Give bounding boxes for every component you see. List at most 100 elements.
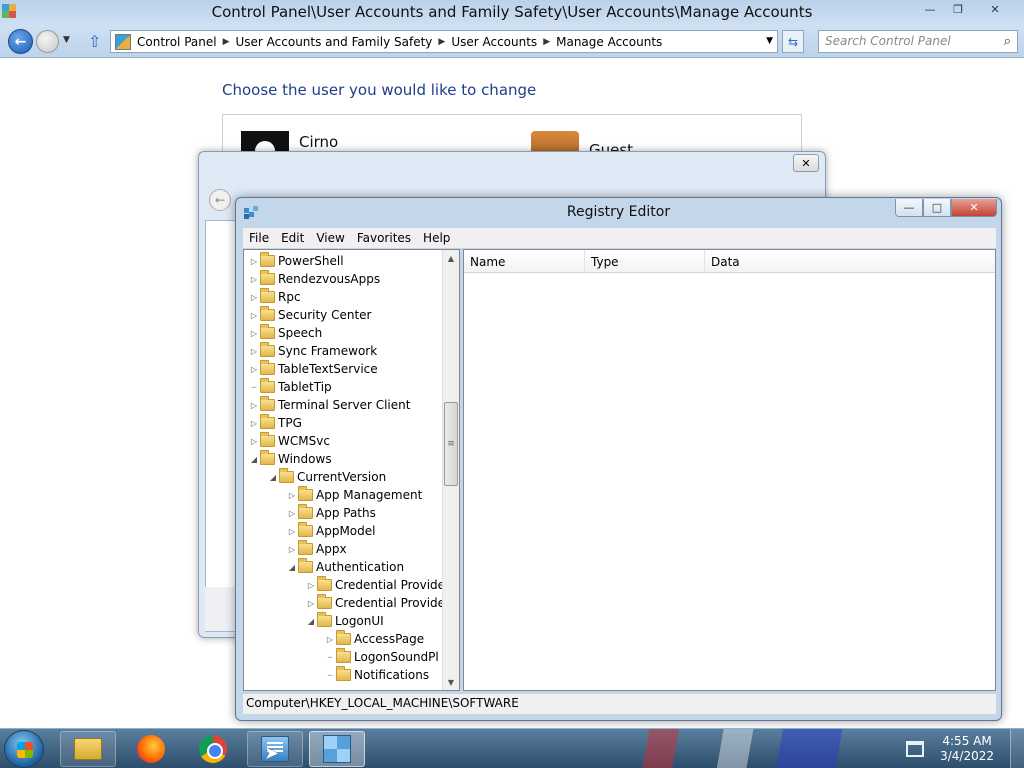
tree-node[interactable]: ▷ Terminal Server Client — [248, 396, 410, 414]
folder-icon — [298, 486, 313, 501]
tree-node[interactable]: ▷ RendezvousApps — [248, 270, 380, 288]
taskbar-clock[interactable]: 4:55 AM 3/4/2022 — [940, 734, 994, 764]
regedit-close-button[interactable]: ✕ — [951, 199, 997, 217]
tree-node[interactable]: ▷ AccessPage — [324, 630, 424, 648]
dialog-close-button[interactable]: ✕ — [793, 154, 819, 172]
tree-node[interactable]: ◢ Windows — [248, 450, 332, 468]
address-dropdown-icon[interactable]: ▼ — [766, 36, 773, 46]
menu-favorites[interactable]: Favorites — [357, 231, 411, 245]
expand-arrow-icon[interactable]: ▷ — [286, 509, 298, 518]
tree-node[interactable]: ▷ Rpc — [248, 288, 301, 306]
tree-node[interactable]: ◢ CurrentVersion — [267, 468, 386, 486]
tree-node[interactable]: ▷ Credential Provide — [305, 594, 445, 612]
tree-node[interactable]: ◢ LogonUI — [305, 612, 384, 630]
tree-node[interactable]: ▷ PowerShell — [248, 252, 344, 270]
tree-node[interactable]: ▷ AppModel — [286, 522, 375, 540]
cp-minimize-button[interactable]: — — [916, 0, 944, 18]
scroll-down-arrow-icon[interactable]: ▼ — [443, 674, 459, 690]
expand-arrow-icon[interactable]: ▷ — [248, 257, 260, 266]
tree-node[interactable]: ▷ TPG — [248, 414, 302, 432]
expand-arrow-icon[interactable]: ▷ — [286, 527, 298, 536]
breadcrumb-user-accounts-family[interactable]: User Accounts and Family Safety — [236, 35, 433, 49]
tree-node[interactable]: ▷ TableTextService — [248, 360, 378, 378]
registry-key-tree[interactable]: ▷ PowerShell ▷ RendezvousApps ▷ Rpc ▷ Security … — [243, 249, 460, 691]
up-button[interactable]: ⇧ — [88, 32, 101, 51]
show-desktop-button[interactable] — [1010, 729, 1024, 768]
taskbar-regedit-button[interactable] — [309, 731, 365, 767]
menu-help[interactable]: Help — [423, 231, 450, 245]
breadcrumb-separator[interactable]: ▶ — [543, 37, 550, 47]
collapse-arrow-icon[interactable]: ◢ — [286, 563, 298, 572]
scroll-up-arrow-icon[interactable]: ▲ — [443, 250, 459, 266]
back-button[interactable]: ← — [8, 29, 33, 54]
tree-node[interactable]: ▷ Appx — [286, 540, 347, 558]
collapse-arrow-icon[interactable]: ◢ — [248, 455, 260, 464]
expand-arrow-icon[interactable]: ▷ — [248, 329, 260, 338]
regedit-maximize-button[interactable]: □ — [923, 199, 951, 217]
tree-node[interactable]: ┈ LogonSoundPl — [324, 648, 439, 666]
scrollbar-thumb[interactable]: ≡ — [444, 402, 458, 486]
collapse-arrow-icon[interactable]: ◢ — [305, 617, 317, 626]
expand-arrow-icon[interactable]: ▷ — [248, 347, 260, 356]
expand-arrow-icon[interactable]: ▷ — [248, 419, 260, 428]
refresh-button[interactable]: ⇆ — [782, 30, 804, 53]
address-bar[interactable]: Control Panel ▶ User Accounts and Family… — [110, 30, 778, 53]
column-data[interactable]: Data — [705, 250, 995, 273]
cp-restore-button[interactable]: ❐ — [944, 0, 972, 18]
tree-node[interactable]: ┈ Notifications — [324, 666, 429, 684]
recent-pages-dropdown[interactable]: ▼ — [63, 35, 70, 45]
expand-arrow-icon[interactable]: ▷ — [248, 311, 260, 320]
breadcrumb-separator[interactable]: ▶ — [223, 37, 230, 47]
menu-view[interactable]: View — [316, 231, 344, 245]
breadcrumb-manage-accounts[interactable]: Manage Accounts — [556, 35, 662, 49]
search-input[interactable]: Search Control Panel ⌕ — [818, 30, 1018, 53]
expand-arrow-icon[interactable]: ▷ — [305, 581, 317, 590]
tree-node-label: TPG — [278, 416, 302, 430]
expand-arrow-icon[interactable]: ▷ — [248, 365, 260, 374]
breadcrumb-separator[interactable]: ▶ — [438, 37, 445, 47]
network-icon[interactable] — [906, 741, 925, 757]
taskbar-firefox-button[interactable] — [123, 731, 179, 767]
tree-node-label: AppModel — [316, 524, 376, 538]
column-type[interactable]: Type — [585, 250, 705, 273]
values-column-header: Name Type Data — [464, 250, 995, 273]
minimize-icon: — — [924, 2, 936, 16]
regedit-minimize-button[interactable]: — — [895, 199, 923, 217]
folder-icon — [317, 576, 332, 591]
tree-node[interactable]: ▷ App Management — [286, 486, 422, 504]
menu-edit[interactable]: Edit — [281, 231, 304, 245]
collapse-arrow-icon[interactable]: ◢ — [267, 473, 279, 482]
tree-node[interactable]: ┈ TabletTip — [248, 378, 332, 396]
expand-arrow-icon[interactable]: ▷ — [305, 599, 317, 608]
start-button[interactable] — [4, 730, 44, 768]
tree-node-label: Credential Provide — [335, 596, 446, 610]
tree-node[interactable]: ▷ Credential Provide — [305, 576, 445, 594]
cp-close-button[interactable]: ✕ — [972, 0, 1018, 18]
taskbar-chrome-button[interactable] — [185, 731, 241, 767]
expand-arrow-icon[interactable]: ▷ — [286, 491, 298, 500]
breadcrumb-user-accounts[interactable]: User Accounts — [451, 35, 537, 49]
up-arrow-icon: ⇧ — [88, 32, 102, 51]
tree-vertical-scrollbar[interactable]: ▲ ≡ ▼ — [442, 250, 459, 690]
expand-arrow-icon[interactable]: ▷ — [286, 545, 298, 554]
expand-arrow-icon[interactable]: ▷ — [248, 293, 260, 302]
breadcrumb-control-panel[interactable]: Control Panel — [137, 35, 217, 49]
expand-arrow-icon[interactable]: ▷ — [324, 635, 336, 644]
tree-node[interactable]: ▷ Security Center — [248, 306, 371, 324]
magnifier-icon[interactable]: ⌕ — [1004, 34, 1011, 49]
expand-arrow-icon[interactable]: ▷ — [248, 401, 260, 410]
expand-arrow-icon[interactable]: ▷ — [248, 275, 260, 284]
menu-file[interactable]: File — [249, 231, 269, 245]
dialog-back-button[interactable]: ← — [209, 189, 231, 211]
taskbar-explorer-button[interactable] — [60, 731, 116, 767]
tree-node[interactable]: ◢ Authentication — [286, 558, 404, 576]
tree-node[interactable]: ▷ App Paths — [286, 504, 376, 522]
column-name[interactable]: Name — [464, 250, 585, 273]
registry-values-list[interactable]: Name Type Data — [463, 249, 996, 691]
folder-icon — [336, 648, 351, 663]
tree-node[interactable]: ▷ Sync Framework — [248, 342, 377, 360]
expand-arrow-icon[interactable]: ▷ — [248, 437, 260, 446]
tree-node[interactable]: ▷ WCMSvc — [248, 432, 330, 450]
forward-button[interactable] — [36, 30, 59, 53]
tree-node[interactable]: ▷ Speech — [248, 324, 322, 342]
